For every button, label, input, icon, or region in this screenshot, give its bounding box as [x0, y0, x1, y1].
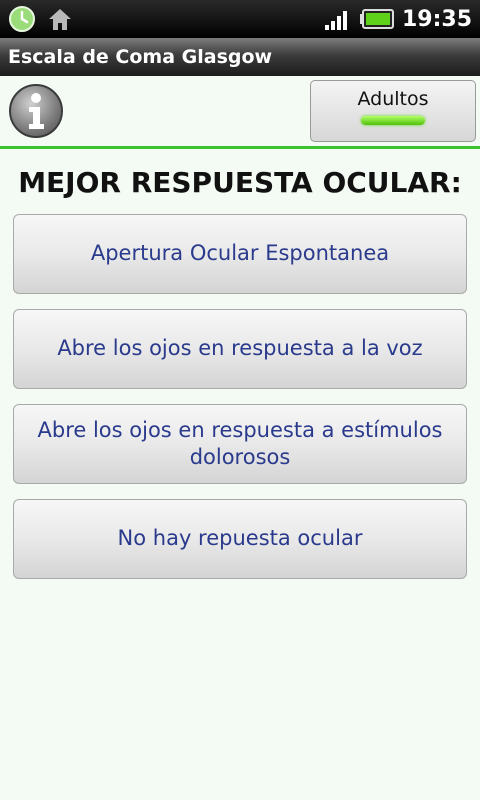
system-indicators: 19:35	[324, 7, 472, 32]
age-mode-label: Adultos	[357, 88, 429, 110]
option-spontaneous-button[interactable]: Apertura Ocular Espontanea	[13, 214, 467, 294]
info-icon	[29, 93, 44, 129]
clock-icon	[9, 6, 35, 32]
mode-active-indicator	[361, 116, 425, 125]
header-divider	[0, 146, 480, 149]
option-voice-button[interactable]: Abre los ojos en respuesta a la voz	[13, 309, 467, 389]
option-none-button[interactable]: No hay repuesta ocular	[13, 499, 467, 579]
battery-icon	[359, 9, 394, 29]
notification-area	[8, 5, 74, 33]
signal-icon	[324, 11, 347, 30]
age-mode-toggle[interactable]: Adultos	[310, 80, 476, 142]
home-icon	[49, 9, 71, 30]
status-bar: 19:35	[0, 0, 480, 38]
app-title: Escala de Coma Glasgow	[8, 46, 273, 68]
title-bar: Escala de Coma Glasgow	[0, 38, 480, 76]
question-title: MEJOR RESPUESTA OCULAR:	[18, 166, 462, 199]
option-pain-button[interactable]: Abre los ojos en respuesta a estímulos d…	[13, 404, 467, 484]
status-time: 19:35	[401, 6, 472, 32]
info-button[interactable]	[9, 84, 63, 138]
